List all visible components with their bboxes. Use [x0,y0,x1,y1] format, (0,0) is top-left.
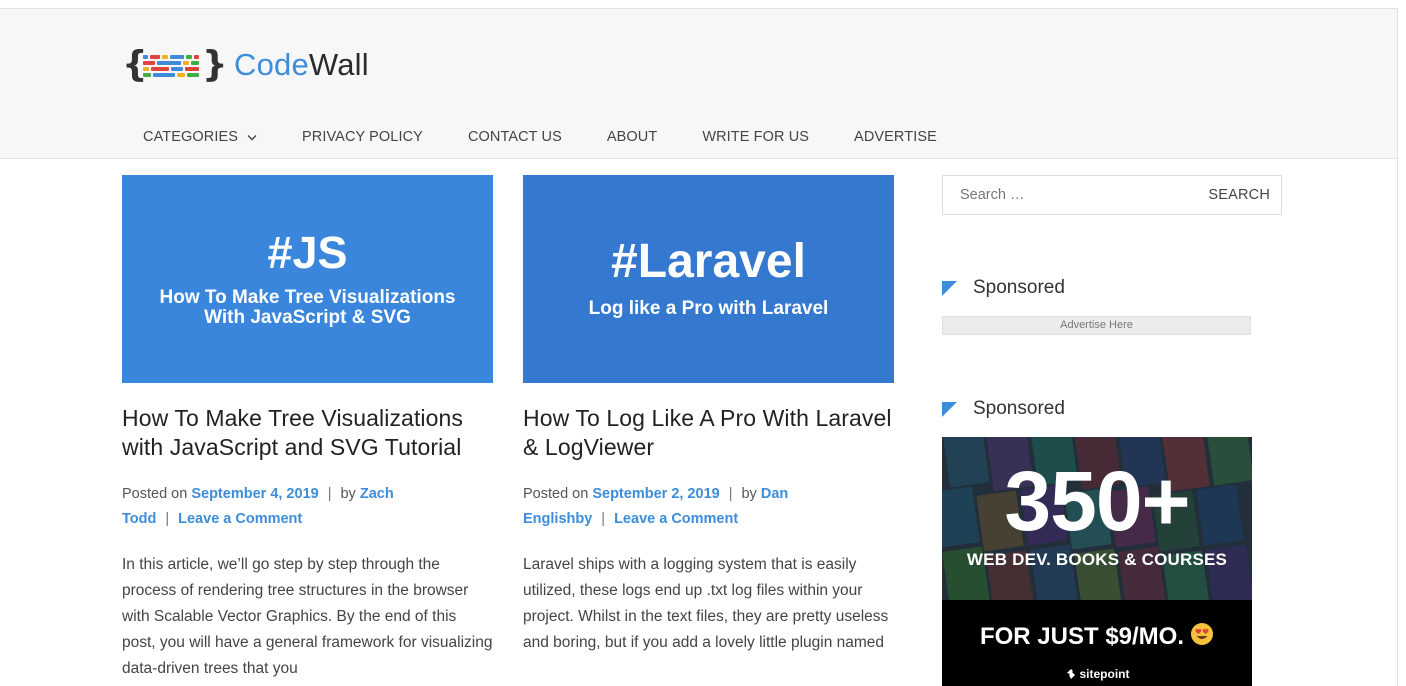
site-logo[interactable]: { } CodeWall [122,45,369,85]
post-card: #JS How To Make Tree Visualizations With… [122,175,493,682]
banner-brand-text: sitepoint [1079,667,1130,681]
post-title-link[interactable]: How To Log Like A Pro With Laravel & Log… [523,404,894,462]
post-excerpt: Laravel ships with a logging system that… [523,556,889,651]
by-label: by [741,486,757,502]
author-last-name: Todd [122,511,157,527]
meta-separator: | [728,486,733,502]
logo-icon: { } [122,45,224,85]
logo-text: CodeWall [234,47,369,83]
nav-item-write-for-us[interactable]: WRITE FOR US [702,129,809,145]
nav-item-categories[interactable]: CATEGORIES [143,129,257,145]
heart-eyes-emoji-icon [1191,623,1214,645]
widget-title-label: Sponsored [973,277,1065,298]
advertise-here-slot[interactable]: Advertise Here [942,316,1251,335]
search-button[interactable]: SEARCH [1197,187,1281,203]
nav-item-advertise[interactable]: ADVERTISE [854,129,937,145]
chevron-down-icon [247,134,257,140]
post-meta: Posted on September 4, 2019 | by Zach Todd |… [122,482,493,532]
banner-price: FOR JUST $9/MO. [942,622,1252,651]
post-excerpt: In this article, we’ll go step by step t… [122,556,493,677]
author-last-name: Englishby [523,511,593,527]
post-thumbnail[interactable]: #Laravel Log like a Pro with Laravel [523,175,894,383]
meta-separator: | [601,511,606,527]
post-meta: Posted on September 2, 2019 | by Dan Englis… [523,482,894,532]
nav-item-label: ABOUT [606,129,658,145]
banner-brand: sitepoint [942,667,1252,681]
page: { } CodeWall [0,8,1398,686]
triangle-marker-icon [942,280,957,296]
post-thumbnail[interactable]: #JS How To Make Tree Visualizations With… [122,175,493,383]
svg-text:{: { [122,45,148,85]
banner-subline: WEB DEV. BOOKS & COURSES [966,550,1228,569]
thumbnail-subtitle-line-1: How To Make Tree Visualizations [159,287,456,308]
nav-item-about[interactable]: ABOUT [607,129,657,145]
posted-on-label: Posted on [122,486,188,502]
logo-text-code: Code [234,47,309,82]
sponsored-banner-ad[interactable]: 350+ WEB DEV. BOOKS & COURSES FOR JUST $… [942,437,1252,686]
search-form: SEARCH [942,175,1282,215]
post-title-link[interactable]: How To Make Tree Visualizations with Jav… [122,404,493,462]
nav-item-contact-us[interactable]: CONTACT US [468,129,562,145]
logo-text-wall: Wall [308,47,369,82]
widget-title-label: Sponsored [973,398,1065,419]
triangle-marker-icon [942,401,957,417]
widget-title-sponsored: Sponsored [942,277,1065,299]
leave-comment-link[interactable]: Leave a Comment [178,511,302,527]
thumbnail-tag: #JS [267,227,348,278]
nav-item-label: WRITE FOR US [702,129,810,145]
nav-item-label: CATEGORIES [143,129,238,145]
leave-comment-link[interactable]: Leave a Comment [614,511,738,527]
meta-separator: | [327,486,332,502]
post-date-link[interactable]: September 2, 2019 [592,486,719,502]
nav-item-privacy-policy[interactable]: PRIVACY POLICY [302,129,423,145]
post-date-link[interactable]: September 4, 2019 [191,486,318,502]
banner-price-text: FOR JUST $9/MO. [979,623,1185,650]
main-nav: CATEGORIES PRIVACY POLICY CONTACT US ABO… [143,129,982,145]
by-label: by [340,486,356,502]
thumbnail-subtitle-line-1: Log like a Pro with Laravel [588,298,829,319]
site-header: { } CodeWall [0,9,1397,159]
thumbnail-tag: #Laravel [611,235,806,288]
thumbnail-subtitle-line-2: With JavaScript & SVG [204,307,411,328]
search-input[interactable] [943,177,1198,213]
banner-headline: 350+ [1004,454,1190,548]
meta-separator: | [165,511,170,527]
svg-text:}: } [202,45,224,85]
sitepoint-logo-icon [1066,669,1075,679]
nav-item-label: CONTACT US [467,129,562,145]
post-card: #Laravel Log like a Pro with Laravel How… [523,175,894,656]
posted-on-label: Posted on [523,486,589,502]
author-first-name: Zach [359,486,394,502]
nav-item-label: ADVERTISE [854,129,937,145]
author-first-name: Dan [760,486,789,502]
widget-title-sponsored: Sponsored [942,398,1065,420]
nav-item-label: PRIVACY POLICY [302,129,423,145]
